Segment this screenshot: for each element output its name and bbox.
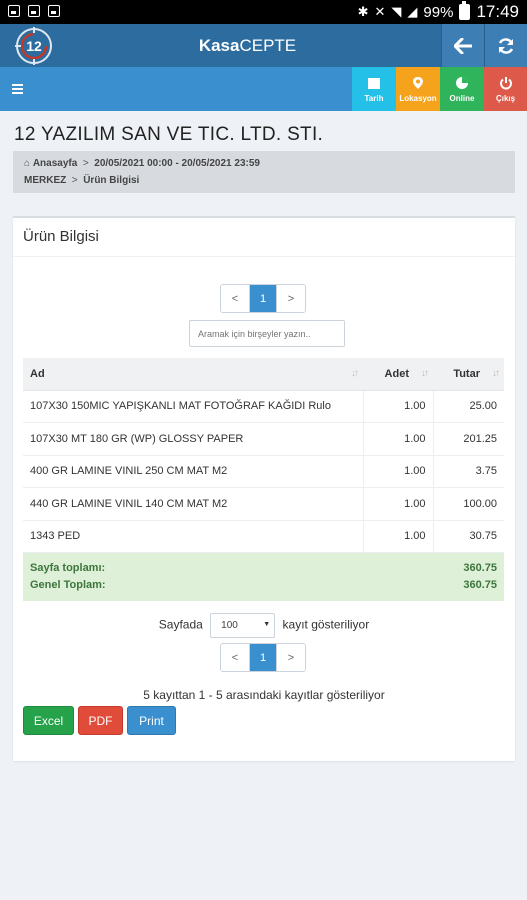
calendar-icon (368, 78, 380, 89)
cell-name: 1343 PED (23, 520, 364, 553)
breadcrumb: ⌂ Anasayfa > 20/05/2021 00:00 - 20/05/20… (13, 151, 515, 193)
sort-icon: ↓↑ (421, 368, 429, 379)
cell-qty: 1.00 (363, 487, 434, 521)
product-info-panel: Ürün Bilgisi < 1 > Ad↓↑ Adet↓↑ Tutar↓↑ 1… (13, 216, 515, 761)
search-input[interactable] (189, 320, 345, 347)
print-button[interactable]: Print (127, 706, 176, 735)
cell-total: 30.75 (433, 520, 504, 553)
arrow-left-icon (454, 37, 472, 54)
status-bar: ✱ ✕ ◥ ◢ 99% 17:49 (0, 0, 527, 24)
table-row: 107X30 150MIC YAPIŞKANLI MAT FOTOĞRAF KA… (23, 390, 504, 423)
notification-icons (8, 5, 60, 17)
page-total-label: Sayfa toplamı: (30, 561, 106, 574)
signal-icon: ◢ (407, 4, 418, 19)
page-size-control: Sayfada 100 kayıt gösteriliyor (13, 613, 515, 638)
page-1-button[interactable]: 1 (249, 644, 277, 671)
battery-icon (459, 1, 471, 20)
sort-icon: ↓↑ (351, 368, 359, 379)
col-total[interactable]: Tutar ↓↑ (433, 358, 504, 391)
gallery-notification-icon (48, 5, 60, 17)
grand-total-value: 360.75 (463, 578, 497, 591)
cell-total: 201.25 (433, 422, 504, 456)
col-name[interactable]: Ad ↓↑ (23, 358, 363, 391)
product-table: Ad ↓↑ Adet ↓↑ Tutar ↓↑ 107X30 150MIC YAPIŞK… (23, 358, 504, 601)
cell-name: 107X30 MT 180 GR (WP) GLOSSY PAPER (23, 422, 364, 456)
page-1-button[interactable]: 1 (249, 285, 277, 312)
cell-total: 3.75 (433, 455, 504, 488)
grand-total-label: Genel Toplam: (30, 578, 106, 591)
table-row: 400 GR LAMINE VINIL 250 CM MAT M2 1.00 3… (23, 455, 504, 488)
excel-export-button[interactable]: Excel (23, 706, 74, 735)
logout-button[interactable]: Çıkış (484, 67, 527, 111)
cell-qty: 1.00 (363, 455, 434, 488)
home-icon: ⌂ (24, 158, 31, 169)
sort-icon: ↓↑ (492, 368, 500, 379)
app-header: 12 KasaCEPTE (0, 24, 527, 67)
date-button[interactable]: Tarih (352, 67, 396, 111)
pagination-top: < 1 > (220, 284, 306, 313)
table-row: 107X30 MT 180 GR (WP) GLOSSY PAPER 1.00 … (23, 422, 504, 456)
refresh-icon (498, 37, 514, 54)
mute-icon: ✕ (374, 4, 386, 19)
date-button-label: Tarih (364, 94, 384, 103)
status-right: ✱ ✕ ◥ ◢ 99% 17:49 (357, 1, 519, 22)
clock: 17:49 (476, 2, 519, 21)
location-button-label: Lokasyon (399, 94, 437, 103)
cell-name: 107X30 150MIC YAPIŞKANLI MAT FOTOĞRAF KA… (23, 390, 364, 423)
breadcrumb-date-range: 20/05/2021 00:00 - 20/05/2021 23:59 (94, 158, 260, 169)
online-button[interactable]: Online (440, 67, 484, 111)
map-marker-icon (413, 77, 423, 89)
cell-name: 400 GR LAMINE VINIL 250 CM MAT M2 (23, 455, 364, 488)
battery-percent: 99% (423, 3, 454, 21)
page-title: 12 YAZILIM SAN VE TIC. LTD. STI. (14, 124, 324, 145)
pdf-export-button[interactable]: PDF (78, 706, 123, 735)
cell-total: 25.00 (433, 390, 504, 423)
gallery-notification-icon (28, 5, 40, 17)
cell-name: 440 GR LAMINE VINIL 140 CM MAT M2 (23, 487, 364, 521)
back-button[interactable] (441, 24, 484, 67)
power-icon (499, 77, 512, 90)
page-size-select[interactable]: 100 (210, 613, 276, 638)
prev-page-button[interactable]: < (221, 285, 249, 312)
cell-total: 100.00 (433, 487, 504, 521)
cell-qty: 1.00 (363, 422, 434, 456)
pie-chart-icon (456, 77, 468, 89)
gallery-notification-icon (8, 5, 20, 17)
breadcrumb-branch: MERKEZ (24, 175, 67, 186)
refresh-button[interactable] (484, 24, 527, 67)
next-page-button[interactable]: > (277, 644, 305, 671)
col-qty[interactable]: Adet ↓↑ (363, 358, 433, 391)
location-button[interactable]: Lokasyon (396, 67, 440, 111)
bluetooth-icon: ✱ (357, 4, 369, 19)
divider (13, 256, 515, 257)
pagination-bottom: < 1 > (220, 643, 306, 672)
online-button-label: Online (449, 94, 475, 103)
wifi-icon: ◥ (391, 4, 402, 19)
records-info: 5 kayıttan 1 - 5 arasındaki kayıtlar gös… (143, 688, 385, 702)
cell-qty: 1.00 (363, 390, 434, 423)
menu-icon[interactable] (12, 84, 23, 94)
breadcrumb-home[interactable]: Anasayfa (33, 158, 77, 169)
totals-row: Sayfa toplamı: Genel Toplam: 360.75 360.… (23, 552, 504, 601)
cell-qty: 1.00 (363, 520, 434, 553)
table-row: 1343 PED 1.00 30.75 (23, 520, 504, 553)
table-header: Ad ↓↑ Adet ↓↑ Tutar ↓↑ (23, 358, 504, 391)
toolbar: Tarih Lokasyon Online Çıkış (0, 67, 527, 111)
prev-page-button[interactable]: < (221, 644, 249, 671)
app-title: KasaCEPTE (198, 36, 297, 55)
logout-button-label: Çıkış (495, 94, 516, 103)
table-row: 440 GR LAMINE VINIL 140 CM MAT M2 1.00 1… (23, 487, 504, 521)
page-total-value: 360.75 (463, 561, 497, 574)
breadcrumb-current: Ürün Bilgisi (83, 175, 140, 186)
panel-title: Ürün Bilgisi (23, 228, 99, 245)
next-page-button[interactable]: > (277, 285, 305, 312)
